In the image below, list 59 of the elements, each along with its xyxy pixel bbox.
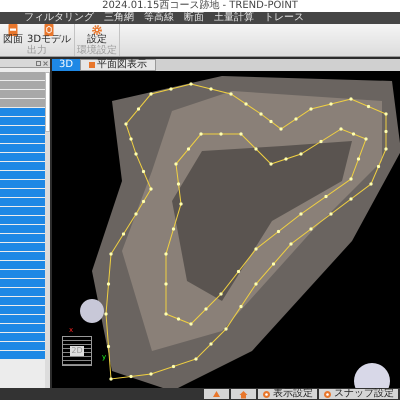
toolbar-button[interactable] bbox=[204, 389, 229, 399]
view-tab[interactable]: 平面図表示 bbox=[80, 59, 156, 71]
list-row[interactable] bbox=[0, 81, 45, 89]
list-row[interactable] bbox=[0, 333, 45, 341]
list-row[interactable] bbox=[0, 108, 45, 116]
list-row[interactable] bbox=[0, 180, 45, 188]
list-row[interactable] bbox=[0, 225, 45, 233]
list-row[interactable] bbox=[0, 162, 45, 170]
list-row[interactable] bbox=[0, 324, 45, 332]
list-row[interactable] bbox=[0, 279, 45, 287]
document-icon bbox=[42, 24, 56, 36]
window-title: 2024.01.15西コース跡地 - TREND-POINT bbox=[102, 0, 298, 12]
ribbon-button[interactable]: 3Dモデル bbox=[26, 24, 72, 45]
ribbon-group-label: 環境設定 bbox=[77, 46, 118, 56]
list-row[interactable] bbox=[0, 126, 45, 134]
list-row[interactable] bbox=[0, 243, 45, 251]
list-row[interactable] bbox=[0, 153, 45, 161]
toolbar-button[interactable] bbox=[231, 389, 256, 399]
status-button[interactable]: スナップ設定 bbox=[319, 389, 398, 399]
list-row[interactable] bbox=[0, 252, 45, 260]
list-row[interactable] bbox=[0, 261, 45, 269]
list-row[interactable] bbox=[0, 306, 45, 314]
list-row[interactable] bbox=[0, 99, 45, 107]
list-row[interactable] bbox=[0, 351, 45, 359]
view-tab[interactable]: 3D bbox=[52, 59, 80, 71]
menu-item[interactable]: 三角網 bbox=[104, 13, 134, 23]
list-row[interactable] bbox=[0, 216, 45, 224]
ribbon-button[interactable]: 設定 bbox=[86, 24, 108, 45]
plan-icon bbox=[89, 62, 95, 68]
close-icon[interactable] bbox=[43, 60, 48, 66]
menu-item[interactable]: 土量計算 bbox=[214, 13, 254, 23]
arrow-up-icon bbox=[212, 390, 221, 398]
list-row[interactable] bbox=[0, 207, 45, 215]
status-button[interactable]: 表示設定 bbox=[258, 389, 317, 399]
ribbon-group-label: 出力 bbox=[27, 46, 48, 56]
scrollbar[interactable] bbox=[45, 72, 50, 388]
scrollbar-thumb[interactable] bbox=[45, 72, 50, 132]
list-row[interactable] bbox=[0, 171, 45, 179]
list-row[interactable] bbox=[0, 342, 45, 350]
list-row[interactable] bbox=[0, 315, 45, 323]
list-row[interactable] bbox=[0, 189, 45, 197]
menu-item[interactable]: フィルタリング bbox=[24, 13, 94, 23]
menu-item[interactable]: 断面 bbox=[184, 13, 204, 23]
list-row[interactable] bbox=[0, 297, 45, 305]
menu-item[interactable]: トレース bbox=[264, 13, 304, 23]
list-row[interactable] bbox=[0, 72, 45, 80]
list-row[interactable] bbox=[0, 270, 45, 278]
gizmo-label: 2D bbox=[70, 346, 84, 356]
list-row[interactable] bbox=[0, 198, 45, 206]
menu-item[interactable]: 等高線 bbox=[144, 13, 174, 23]
document-icon bbox=[6, 24, 20, 36]
list-row[interactable] bbox=[0, 117, 45, 125]
list-row[interactable] bbox=[0, 90, 45, 98]
list-row[interactable] bbox=[0, 288, 45, 296]
list-row[interactable] bbox=[0, 234, 45, 242]
list-row[interactable] bbox=[0, 144, 45, 152]
home-icon bbox=[239, 390, 248, 398]
ribbon-button[interactable]: 図面 bbox=[2, 24, 24, 45]
list-row[interactable] bbox=[0, 135, 45, 143]
